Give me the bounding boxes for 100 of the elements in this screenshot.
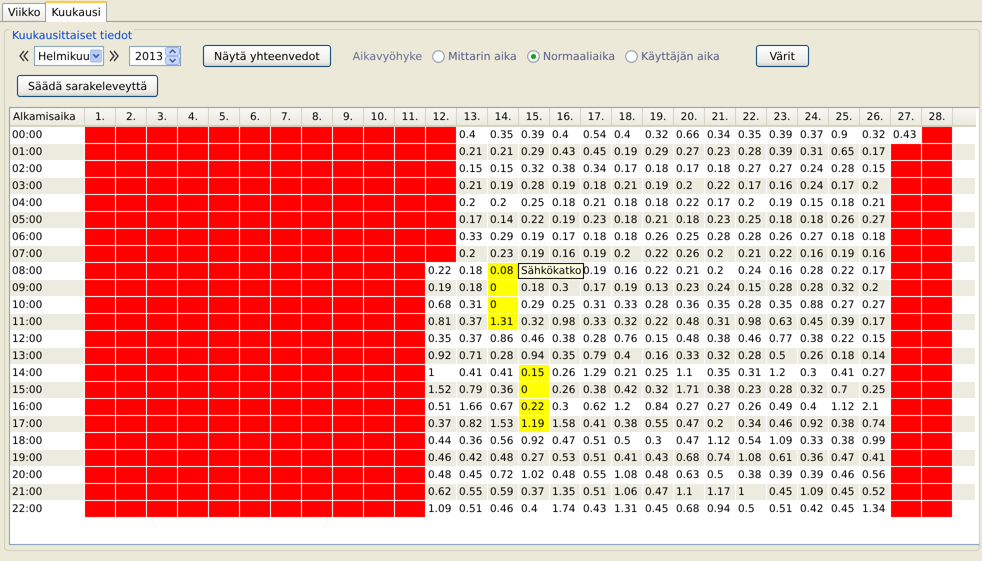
table-cell: 0.61 (767, 450, 798, 467)
table-cell: 0.42 (612, 382, 643, 399)
table-cell: 0.22 (767, 246, 798, 263)
table-cell: 0.31 (798, 144, 829, 161)
tab[interactable]: Viikko (2, 3, 46, 21)
column-header[interactable]: 18. (612, 108, 643, 127)
table-cell: 0.14 (488, 212, 519, 229)
year-spinner[interactable]: 2013 (129, 46, 181, 66)
table-cell: 0.43 (550, 144, 581, 161)
column-header[interactable]: Alkamisaika (10, 108, 85, 127)
table-cell: 0.19 (519, 246, 550, 263)
next-icon[interactable] (107, 49, 121, 63)
table-cell: 0.17 (829, 178, 860, 195)
table-cell: 0.23 (488, 246, 519, 263)
table-cell: 0.33 (581, 314, 612, 331)
radio-option[interactable]: Mittarin aika (432, 50, 517, 62)
table-cell: 0.24 (798, 178, 829, 195)
column-header[interactable]: 24. (798, 108, 829, 127)
radio-option[interactable]: Normaaliaika (526, 50, 616, 62)
column-header[interactable]: 5. (209, 108, 240, 127)
table-cell: 0.23 (581, 212, 612, 229)
table-cell: 0.32 (829, 280, 860, 297)
column-header[interactable]: 10. (364, 108, 395, 127)
radio-option[interactable]: Käyttäjän aika (625, 50, 720, 62)
table-cell: 0.26 (798, 348, 829, 365)
column-header[interactable]: 7. (271, 108, 302, 127)
column-header[interactable]: 26. (860, 108, 891, 127)
column-header[interactable]: 6. (240, 108, 271, 127)
table-cell: 0.23 (705, 212, 736, 229)
table-cell: 0.21 (736, 246, 767, 263)
month-dropdown[interactable]: Helmikuu (34, 46, 104, 66)
table-cell: 0.21 (643, 212, 674, 229)
table-cell: 1.06 (612, 484, 643, 501)
table-cell: 0.51 (581, 484, 612, 501)
table-cell: 0.46 (767, 416, 798, 433)
table-cell: 0.19 (426, 280, 457, 297)
column-header[interactable]: 2. (116, 108, 147, 127)
radio-icon[interactable] (625, 50, 638, 62)
table-cell: 0.17 (457, 212, 488, 229)
table-cell: 0.65 (829, 144, 860, 161)
table-cell: 0.32 (643, 382, 674, 399)
table-cell: 0.2 (705, 246, 736, 263)
summary-button[interactable]: Näytä yhteenvedot (203, 45, 331, 67)
table-cell: 0.28 (736, 144, 767, 161)
tab[interactable]: Kuukausi (45, 1, 107, 22)
column-header[interactable]: 11. (395, 108, 426, 127)
column-header[interactable]: 25. (829, 108, 860, 127)
table-cell: 0.5 (767, 348, 798, 365)
table-cell: 0.92 (426, 348, 457, 365)
column-header[interactable]: 28. (922, 108, 953, 127)
column-header[interactable]: 23. (767, 108, 798, 127)
table-cell: 0.79 (457, 382, 488, 399)
colors-button[interactable]: Värit (756, 45, 809, 67)
column-header[interactable]: 27. (891, 108, 922, 127)
table-cell: 0.26 (550, 382, 581, 399)
column-header[interactable]: 14. (488, 108, 519, 127)
column-header[interactable]: 20. (674, 108, 705, 127)
table-cell: 0.63 (767, 314, 798, 331)
table-cell: 0.31 (705, 314, 736, 331)
table-cell: 0.21 (612, 178, 643, 195)
radio-icon[interactable] (526, 50, 540, 62)
column-width-button[interactable]: Säädä sarakeleveyttä (17, 75, 158, 97)
column-header[interactable]: 22. (736, 108, 767, 127)
column-header[interactable]: 16. (550, 108, 581, 127)
table-cell: 0.23 (736, 382, 767, 399)
table-cell: 0.21 (457, 178, 488, 195)
table-cell: 0.47 (829, 450, 860, 467)
table-cell: 0 (519, 382, 550, 399)
column-header[interactable]: 3. (147, 108, 178, 127)
column-header[interactable]: 19. (643, 108, 674, 127)
table-cell: 0.16 (550, 246, 581, 263)
table-cell: 0.29 (519, 144, 550, 161)
table-cell: 0.21 (488, 144, 519, 161)
table-cell: 0.24 (705, 280, 736, 297)
column-header[interactable]: 21. (705, 108, 736, 127)
table-cell: 0.27 (519, 450, 550, 467)
column-header[interactable]: 15. (519, 108, 550, 127)
column-header[interactable]: 13. (457, 108, 488, 127)
radio-icon[interactable] (432, 50, 446, 62)
previous-icon[interactable] (17, 49, 31, 63)
table-cell: 0.19 (612, 280, 643, 297)
column-header[interactable]: 9. (333, 108, 364, 127)
table-cell: 0.22 (643, 314, 674, 331)
table-cell: 0.34 (736, 416, 767, 433)
table-cell: 0.55 (457, 484, 488, 501)
spin-arrows-icon[interactable] (165, 47, 180, 65)
table-cell: 0.22 (519, 399, 550, 416)
table-cell: 1.09 (798, 484, 829, 501)
column-header[interactable]: 4. (178, 108, 209, 127)
column-header[interactable]: 1. (85, 108, 116, 127)
table-cell: 0.38 (829, 416, 860, 433)
table-cell: 0.21 (457, 144, 488, 161)
time-cell: 01:00 (10, 144, 85, 161)
table-cell: 0.22 (643, 246, 674, 263)
table-cell: 0.55 (643, 416, 674, 433)
column-header[interactable]: 17. (581, 108, 612, 127)
column-header[interactable]: 8. (302, 108, 333, 127)
table-cell: 0.26 (829, 212, 860, 229)
column-header[interactable]: 12. (426, 108, 457, 127)
table-cell: 0.62 (426, 484, 457, 501)
